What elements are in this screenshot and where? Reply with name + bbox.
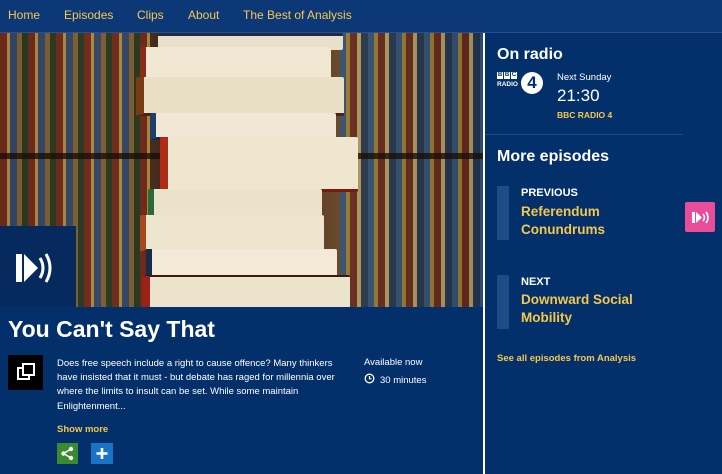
add-button[interactable] [91,443,113,464]
bbc-logo-b: B [497,72,503,79]
column-divider [483,33,485,474]
duration-text: 30 minutes [380,375,427,386]
bbc-logo-b2: B [504,72,510,79]
external-link-icon [17,363,35,380]
top-navigation: Home Episodes Clips About The Best of An… [0,0,722,33]
availability-status: Available now [364,357,423,368]
podcast-logo [0,226,76,307]
nav-clips[interactable]: Clips [137,8,164,22]
share-icon [61,446,74,461]
previous-episode-marker [497,186,509,240]
broadcast-station[interactable]: BBC RADIO 4 [557,110,612,120]
on-radio-heading: On radio [497,46,563,63]
plus-icon [96,448,108,459]
next-episode-link[interactable]: Downward Social Mobility [521,291,671,327]
see-all-episodes-link[interactable]: See all episodes from Analysis [497,353,636,364]
previous-episode-label: PREVIOUS [521,187,578,199]
radio-logo-number: 4 [521,72,543,94]
more-episodes-heading: More episodes [497,148,610,165]
podcast-icon [16,253,52,283]
bbc-logo-c: C [511,72,517,79]
episode-title: You Can't Say That [8,316,215,342]
nav-episodes[interactable]: Episodes [64,8,113,22]
podcast-icon [692,211,709,224]
podcast-button[interactable] [685,202,715,232]
radio-logo-text: RADIO [497,81,518,88]
bbc-radio-4-logo: B B C RADIO 4 [497,72,543,98]
next-episode-label: NEXT [521,276,551,288]
broadcast-time: 21:30 [557,86,600,105]
nav-best-of-analysis[interactable]: The Best of Analysis [243,8,352,22]
episode-description: Does free speech include a right to caus… [57,358,335,412]
nav-home[interactable]: Home [8,8,40,22]
show-more-link[interactable]: Show more [57,424,108,435]
episode-duration: 30 minutes [364,373,426,386]
next-episode-marker [497,275,509,329]
section-separator [485,134,683,135]
external-link-button[interactable] [8,355,43,390]
clock-icon [364,373,375,384]
previous-episode-link[interactable]: Referendum Conundrums [521,203,671,239]
broadcast-day: Next Sunday [557,72,612,83]
nav-about[interactable]: About [188,8,219,22]
episode-hero-image [0,33,484,307]
share-button[interactable] [57,443,78,464]
